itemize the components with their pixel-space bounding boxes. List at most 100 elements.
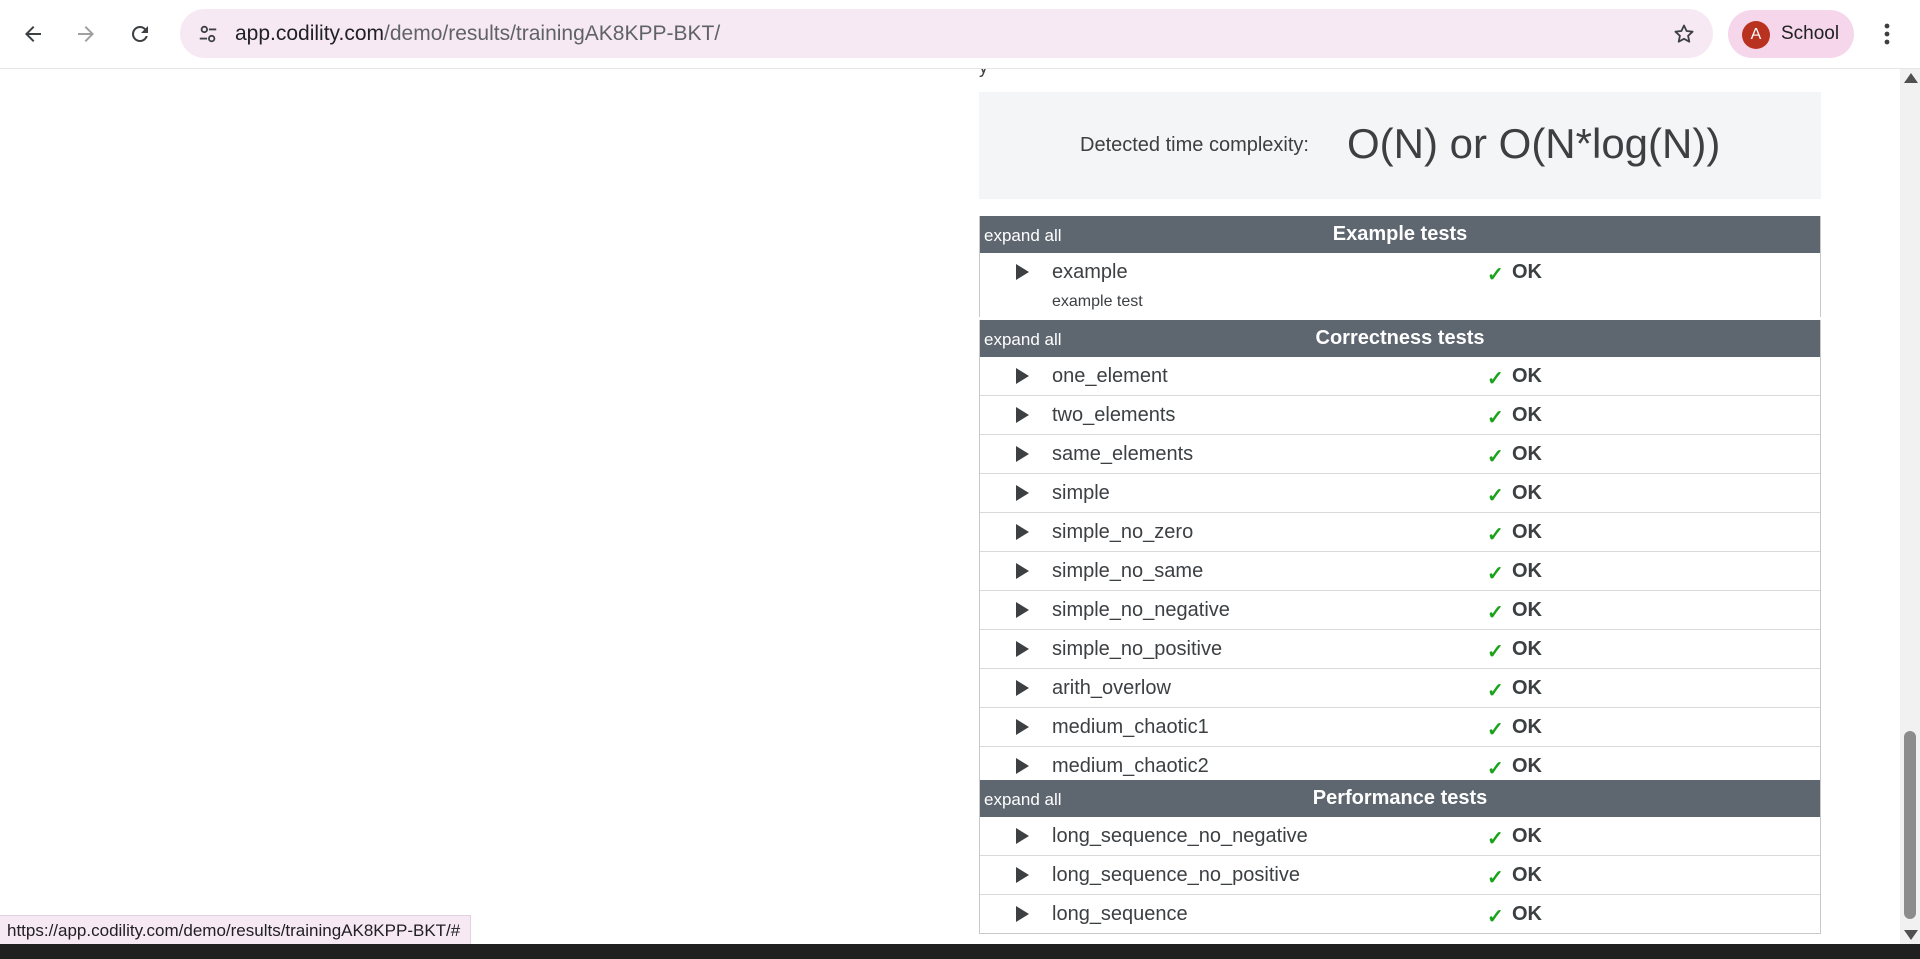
group-header: expand all Example tests [980,216,1820,253]
test-row[interactable]: simple_no_negative ✓ OK [980,591,1820,630]
test-name: simple_no_positive [1052,638,1223,660]
test-row[interactable]: simple_no_same ✓ OK [980,552,1820,591]
url-host: app.codility.com [235,22,385,45]
triangle-right-icon[interactable] [1016,485,1029,501]
test-status: OK [1512,261,1542,283]
test-status: OK [1512,755,1542,777]
complexity-label: Detected time complexity: [1080,134,1309,156]
site-info-button[interactable] [192,18,224,50]
test-status: OK [1512,677,1542,699]
performance-tests-table: expand all Performance tests long_sequen… [979,780,1821,934]
checkmark-icon: ✓ [1487,719,1504,741]
test-name: arith_overlow [1052,677,1171,699]
triangle-right-icon[interactable] [1016,906,1029,922]
group-header: expand all Correctness tests [980,320,1820,357]
checkmark-icon: ✓ [1487,524,1504,546]
group-header: expand all Performance tests [980,780,1820,817]
triangle-right-icon[interactable] [1016,264,1029,280]
test-status: OK [1512,404,1542,426]
complexity-value: O(N) or O(N*log(N)) [1347,120,1721,167]
profile-label: School [1781,23,1840,44]
test-row[interactable]: medium_chaotic1 ✓ OK [980,708,1820,747]
page-content: y Detected time complexity: O(N) or O(N*… [0,69,1900,944]
test-row[interactable]: long_sequence ✓ OK [980,895,1820,934]
test-row[interactable]: simple_no_positive ✓ OK [980,630,1820,669]
test-row[interactable]: long_sequence_no_positive ✓ OK [980,856,1820,895]
test-row[interactable]: two_elements ✓ OK [980,396,1820,435]
vertical-scrollbar[interactable] [1900,69,1920,944]
reload-button[interactable] [120,14,160,54]
browser-toolbar: app.codility.com/demo/results/trainingAK… [0,0,1920,69]
test-name: medium_chaotic2 [1052,755,1209,777]
forward-button[interactable] [66,14,106,54]
bookmark-button[interactable] [1669,19,1699,49]
example-tests-table: expand all Example tests example example… [979,216,1821,317]
checkmark-icon: ✓ [1487,906,1504,928]
test-name: long_sequence [1052,903,1188,925]
triangle-right-icon[interactable] [1016,867,1029,883]
triangle-right-icon[interactable] [1016,407,1029,423]
test-status: OK [1512,825,1542,847]
tune-icon [199,25,217,43]
star-icon [1674,24,1694,43]
test-row[interactable]: example example test ✓ OK [980,253,1820,317]
forward-arrow-icon [78,26,94,42]
checkmark-icon: ✓ [1487,485,1504,507]
test-name: medium_chaotic1 [1052,716,1209,738]
checkmark-icon: ✓ [1487,758,1504,780]
scroll-down-arrow-icon[interactable] [1904,930,1918,940]
test-row[interactable]: arith_overlow ✓ OK [980,669,1820,708]
test-name: long_sequence_no_negative [1052,825,1308,847]
taskbar [0,944,1920,959]
test-name: simple_no_zero [1052,521,1194,543]
checkmark-icon: ✓ [1487,680,1504,702]
checkmark-icon: ✓ [1487,563,1504,585]
test-row[interactable]: simple_no_zero ✓ OK [980,513,1820,552]
test-name: same_elements [1052,443,1194,465]
profile-button[interactable]: A School [1728,10,1854,58]
triangle-right-icon[interactable] [1016,828,1029,844]
test-status: OK [1512,716,1542,738]
browser-menu-button[interactable] [1871,16,1903,52]
scroll-up-arrow-icon[interactable] [1904,73,1918,83]
triangle-right-icon[interactable] [1016,758,1029,774]
triangle-right-icon[interactable] [1016,524,1029,540]
url-text[interactable]: app.codility.com/demo/results/trainingAK… [235,22,720,46]
test-status: OK [1512,521,1542,543]
group-title: Performance tests [1312,787,1488,809]
triangle-right-icon[interactable] [1016,602,1029,618]
link-status-bubble: https://app.codility.com/demo/results/tr… [0,915,472,947]
kebab-menu-icon [1884,23,1890,45]
time-complexity-panel: Detected time complexity: O(N) or O(N*lo… [979,92,1821,199]
test-row[interactable]: simple ✓ OK [980,474,1820,513]
test-status: OK [1512,599,1542,621]
triangle-right-icon[interactable] [1016,680,1029,696]
test-status: OK [1512,365,1542,387]
triangle-right-icon[interactable] [1016,368,1029,384]
avatar: A [1742,21,1770,49]
checkmark-icon: ✓ [1487,641,1504,663]
test-name: two_elements [1052,404,1176,426]
test-status: OK [1512,864,1542,886]
clipped-heading: y [979,69,1821,93]
scrollbar-thumb[interactable] [1904,731,1916,919]
triangle-right-icon[interactable] [1016,719,1029,735]
test-row[interactable]: same_elements ✓ OK [980,435,1820,474]
test-name: simple [1052,482,1110,504]
triangle-right-icon[interactable] [1016,563,1029,579]
test-status: OK [1512,560,1542,582]
triangle-right-icon[interactable] [1016,641,1029,657]
address-bar[interactable]: app.codility.com/demo/results/trainingAK… [180,9,1713,58]
test-status: OK [1512,903,1542,925]
triangle-right-icon[interactable] [1016,446,1029,462]
test-name: example [1052,261,1128,283]
group-title: Correctness tests [1315,327,1485,349]
test-name: one_element [1052,365,1168,387]
back-button[interactable] [13,14,53,54]
test-row[interactable]: long_sequence_no_negative ✓ OK [980,817,1820,856]
checkmark-icon: ✓ [1487,446,1504,468]
correctness-tests-table: expand all Correctness tests one_element… [979,320,1821,786]
test-name: simple_no_same [1052,560,1204,582]
test-row[interactable]: one_element ✓ OK [980,357,1820,396]
test-name: simple_no_negative [1052,599,1230,621]
